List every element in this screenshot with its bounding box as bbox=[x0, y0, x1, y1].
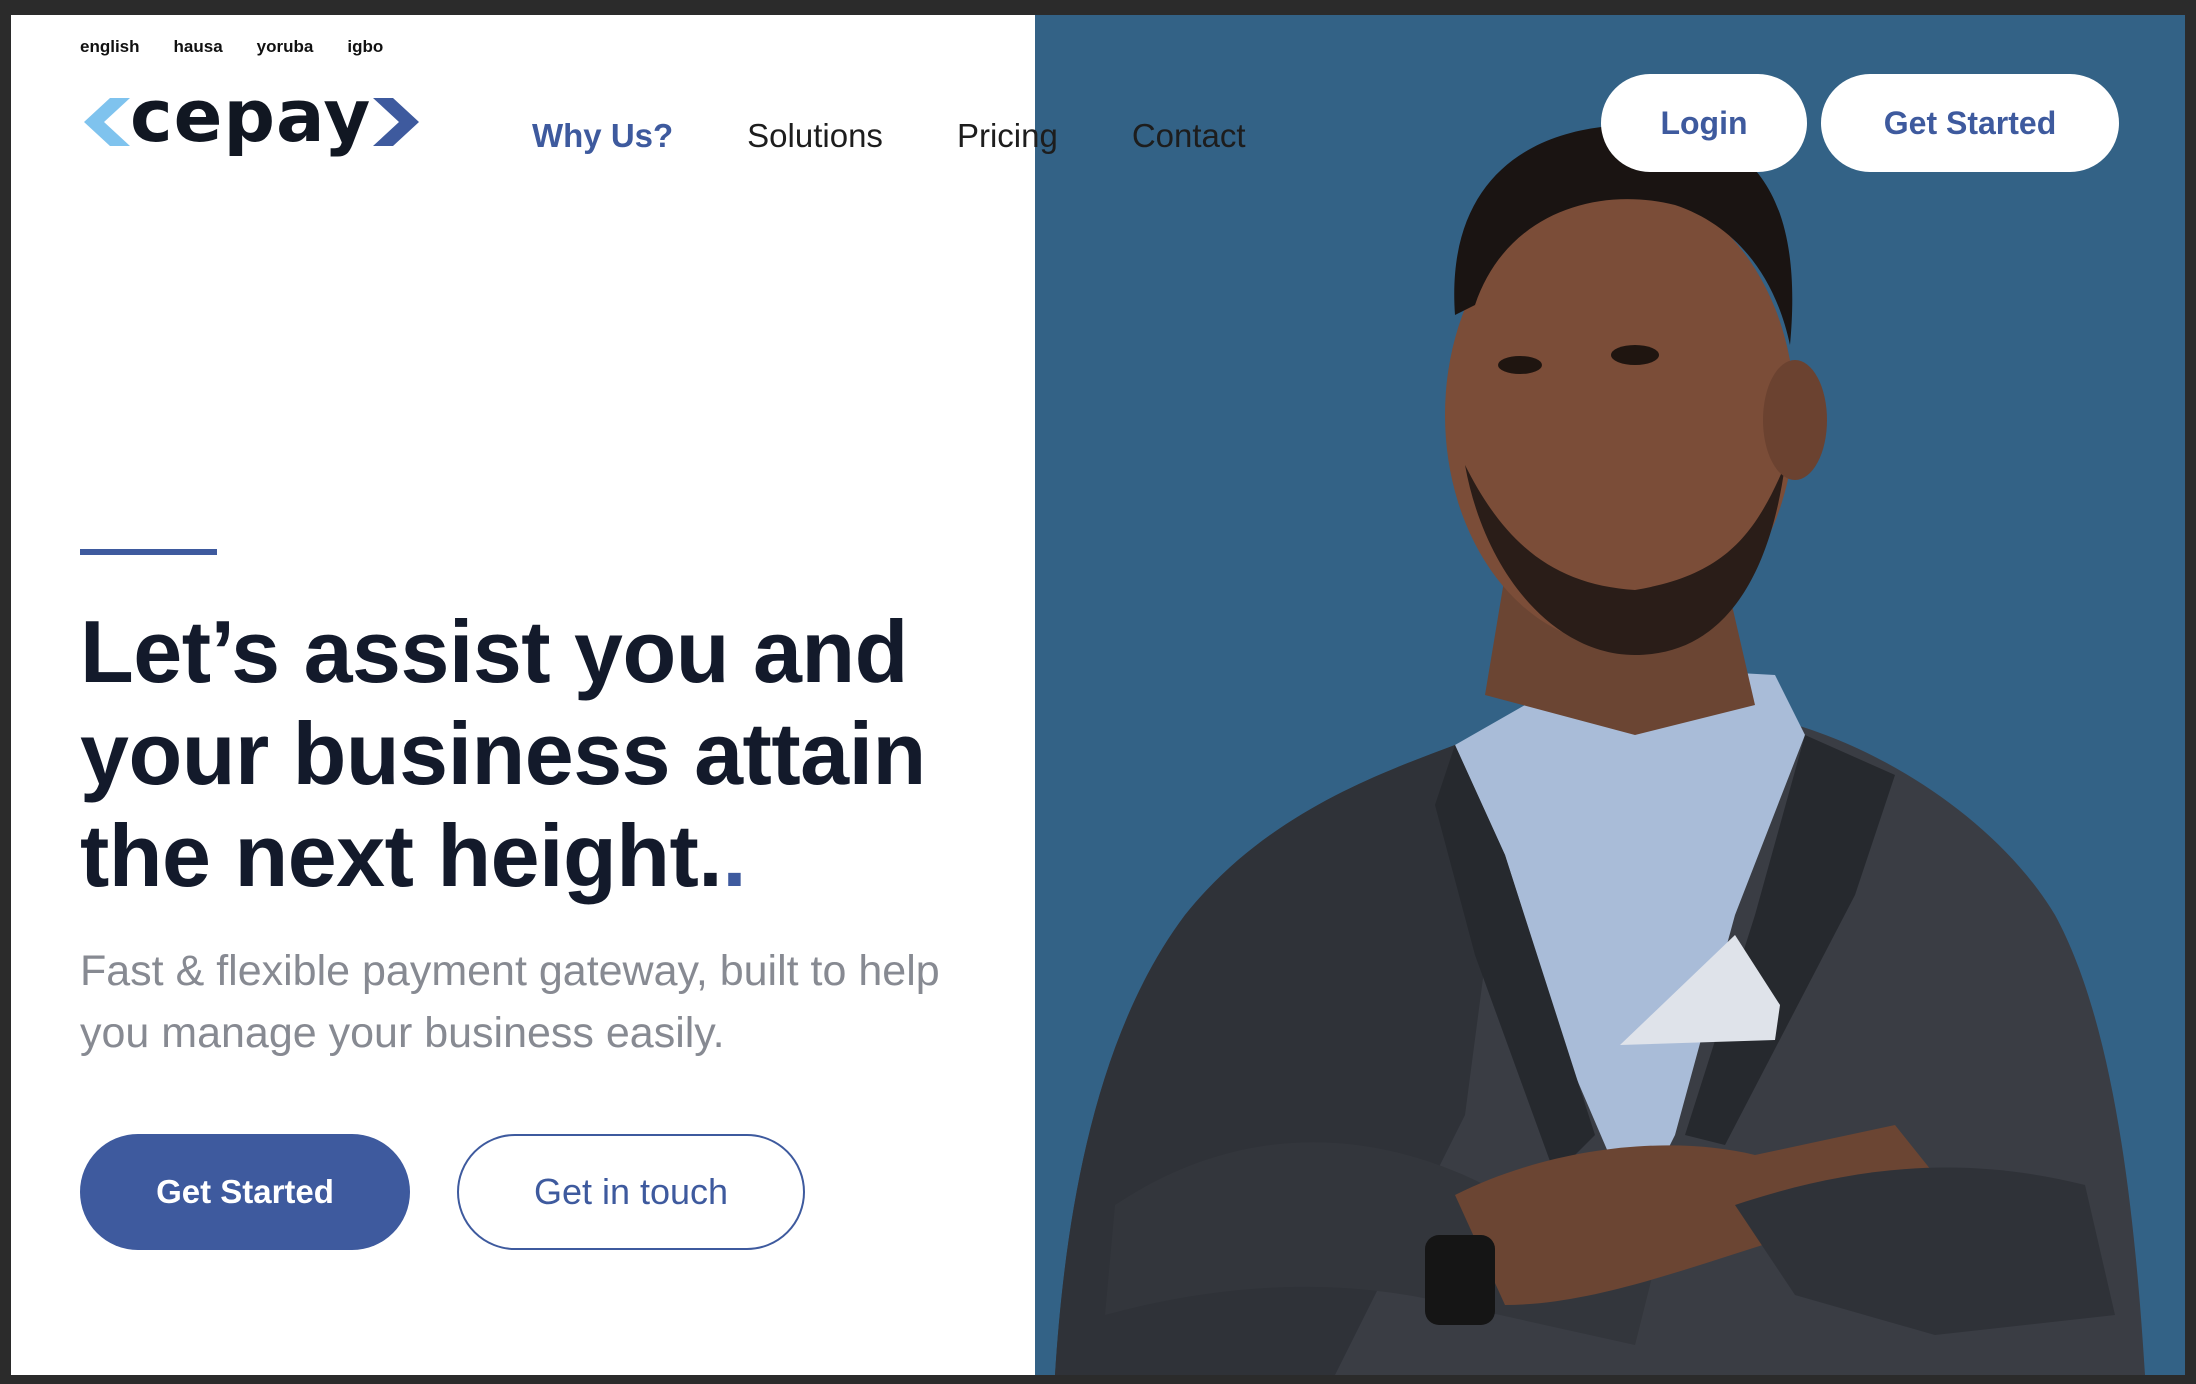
lang-igbo[interactable]: igbo bbox=[347, 37, 383, 57]
hero-portrait-image bbox=[1055, 125, 2145, 1375]
lang-hausa[interactable]: hausa bbox=[174, 37, 223, 57]
main-nav: Why Us? Solutions Pricing Contact bbox=[532, 117, 1246, 155]
logo-left-chevron-icon bbox=[84, 98, 130, 146]
lang-yoruba[interactable]: yoruba bbox=[257, 37, 314, 57]
login-button[interactable]: Login bbox=[1601, 74, 1807, 172]
nav-contact[interactable]: Contact bbox=[1132, 117, 1246, 155]
brand-name: cepay bbox=[130, 74, 372, 158]
hero-headline-text: Let’s assist you and your business attai… bbox=[80, 602, 926, 905]
landing-page: english hausa yoruba igbo cepay Why Us? … bbox=[11, 15, 2185, 1375]
hero-headline: Let’s assist you and your business attai… bbox=[80, 601, 1020, 907]
language-switcher: english hausa yoruba igbo bbox=[80, 37, 383, 57]
hero-headline-accent-dot: . bbox=[722, 806, 747, 905]
nav-pricing[interactable]: Pricing bbox=[957, 117, 1058, 155]
nav-why-us[interactable]: Why Us? bbox=[532, 117, 673, 155]
logo-right-chevron-icon bbox=[373, 98, 420, 146]
get-in-touch-button[interactable]: Get in touch bbox=[457, 1134, 805, 1250]
nav-solutions[interactable]: Solutions bbox=[747, 117, 883, 155]
brand-logo[interactable]: cepay bbox=[80, 80, 423, 157]
hero-subline: Fast & flexible payment gateway, built t… bbox=[80, 947, 940, 1057]
headline-accent-rule bbox=[80, 549, 217, 555]
header-get-started-button[interactable]: Get Started bbox=[1821, 74, 2119, 172]
lang-english[interactable]: english bbox=[80, 37, 140, 57]
hero-get-started-button[interactable]: Get Started bbox=[80, 1134, 410, 1250]
